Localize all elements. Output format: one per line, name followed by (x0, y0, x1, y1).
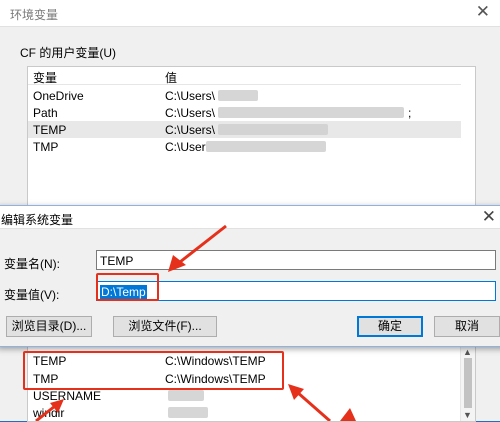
arrow-to-system-vars (288, 384, 331, 421)
annotation-arrows (35, 224, 356, 421)
arrow-stub-right (340, 408, 356, 421)
arrow-stub-left (35, 399, 64, 421)
arrow-to-value-field (168, 224, 227, 272)
